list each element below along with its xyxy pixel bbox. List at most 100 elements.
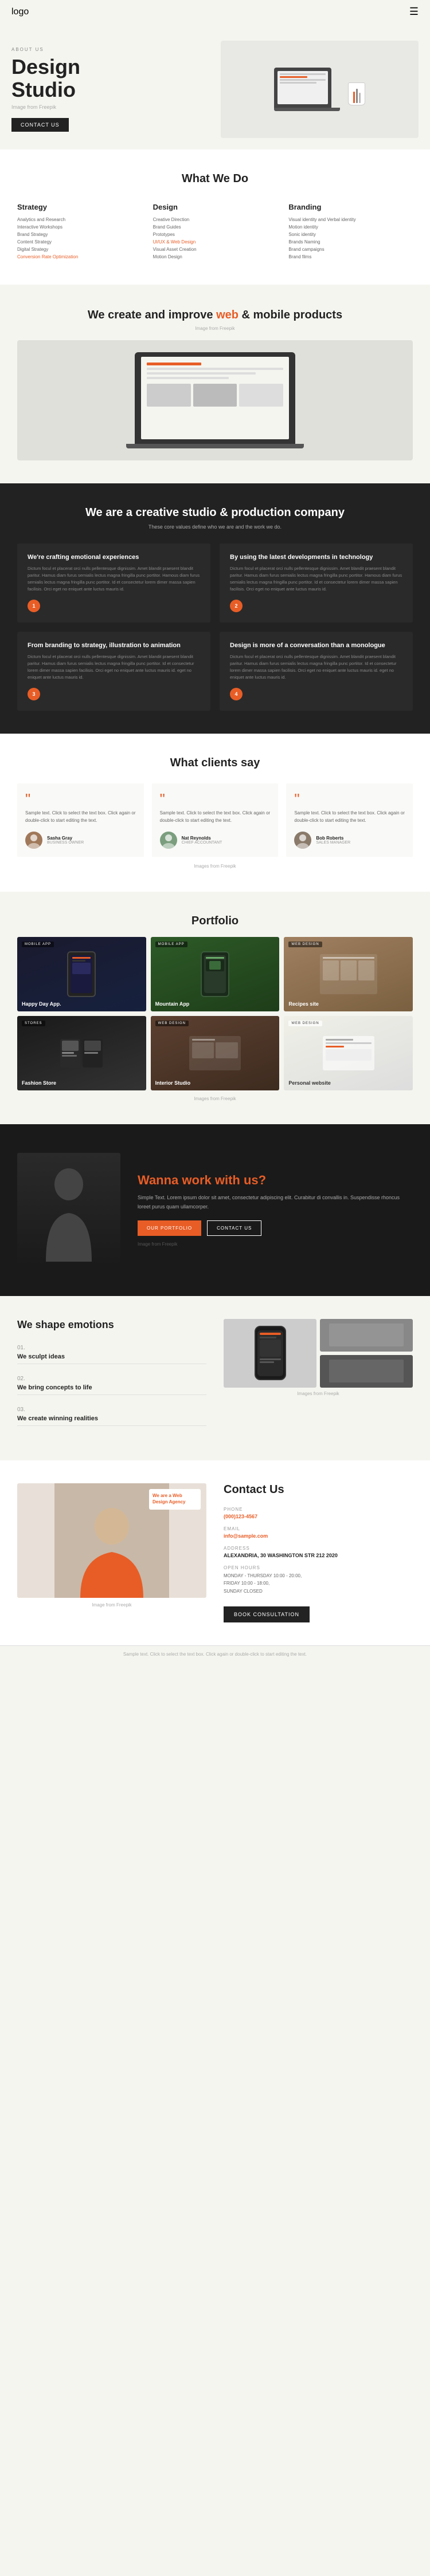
branding-item-1[interactable]: Visual identity and Verbal identity (288, 217, 413, 222)
contact-address-label: ADDRESS (224, 1546, 413, 1551)
work-image-note: Image from Freepik (138, 1242, 413, 1247)
step-3-label: We create winning realities (17, 1415, 206, 1422)
shape-emotions-section: We shape emotions 01. We sculpt ideas 02… (0, 1296, 430, 1460)
clients-section: What clients say " Sample text. Click to… (0, 734, 430, 892)
feature-4-title: Design is more of a conversation than a … (230, 642, 402, 649)
services-grid: Strategy Analytics and Research Interact… (17, 203, 413, 262)
creative-studio-subtitle: These core values define who we are and … (17, 524, 413, 530)
step-3-number: 03. (17, 1407, 206, 1413)
portfolio-label-2: Mountain App (155, 1001, 190, 1007)
portfolio-item-5[interactable]: WEB DESIGN Interior Studio (151, 1016, 280, 1090)
emotions-left: We shape emotions 01. We sculpt ideas 02… (17, 1319, 206, 1437)
testimonial-card-3: " Sample text. Click to select the text … (286, 783, 413, 857)
work-contact-button[interactable]: CONTACT US (207, 1220, 261, 1236)
hero-subtitle: Image from Freepik (11, 104, 209, 110)
step-3: 03. We create winning realities (17, 1407, 206, 1426)
feature-1-text: Dictum focul et placerat orci nulls pell… (28, 565, 200, 593)
step-2: 02. We bring concepts to life (17, 1376, 206, 1395)
emotion-img-note: Images from Freepik (224, 1391, 413, 1396)
contact-title: Contact Us (224, 1483, 413, 1496)
author-name-1: Sasha Gray (47, 836, 84, 841)
hero-text: ABOUT US Design Studio Image from Freepi… (11, 47, 209, 132)
portfolio-item-1[interactable]: MOBILE APP Happy Day App. (17, 937, 146, 1011)
work-title: Wanna work with us? (138, 1173, 413, 1188)
avatar-3 (294, 832, 311, 849)
footer-text: Sample text. Click to select the text bo… (11, 1652, 419, 1657)
portfolio-label-3: Recipes site (288, 1001, 319, 1007)
portfolio-grid: MOBILE APP Happy Day App. MOBILE APP (17, 937, 413, 1090)
contact-address-value: ALEXANDRIA, 30 WASHINGTON STR 212 2020 (224, 1553, 413, 1558)
emotion-img-3 (320, 1355, 413, 1388)
footer: Sample text. Click to select the text bo… (0, 1645, 430, 1663)
design-item-5[interactable]: Visual Asset Creation (153, 247, 277, 252)
design-item-3[interactable]: Prototypes (153, 232, 277, 237)
what-we-do-section: What We Do Strategy Analytics and Resear… (0, 149, 430, 285)
strategy-item-2[interactable]: Interactive Workshops (17, 224, 142, 230)
strategy-item-4[interactable]: Content Strategy (17, 239, 142, 245)
service-col-branding: Branding Visual identity and Verbal iden… (288, 203, 413, 262)
design-item-1[interactable]: Creative Direction (153, 217, 277, 222)
branding-item-6[interactable]: Brand films (288, 254, 413, 259)
contact-left-col: We are a Web Design Agency Image from Fr… (17, 1483, 206, 1608)
features-grid: We're crafting emotional experiences Dic… (17, 543, 413, 711)
feature-item-4: Design is more of a conversation than a … (220, 632, 413, 711)
feature-3-number: 3 (28, 688, 40, 700)
portfolio-item-6[interactable]: WEB DESIGN Personal website (284, 1016, 413, 1090)
branding-item-5[interactable]: Brand campaigns (288, 247, 413, 252)
portfolio-title: Portfolio (17, 915, 413, 928)
service-col-design: Design Creative Direction Brand Guides P… (153, 203, 277, 262)
step-1: 01. We sculpt ideas (17, 1345, 206, 1364)
contact-section: We are a Web Design Agency Image from Fr… (0, 1460, 430, 1646)
feature-4-text: Dictum focul et placerat orci nulls pell… (230, 653, 402, 681)
portfolio-label-5: Interior Studio (155, 1080, 191, 1086)
work-text: Simple Text. Lorem ipsum dolor sit amet,… (138, 1194, 413, 1211)
work-person-image (17, 1153, 120, 1267)
work-portfolio-button[interactable]: OUR PORTFOLIO (138, 1220, 201, 1236)
step-2-label: We bring concepts to life (17, 1384, 206, 1391)
emotion-img-1 (224, 1319, 316, 1388)
strategy-item-1[interactable]: Analytics and Research (17, 217, 142, 222)
service-col-strategy: Strategy Analytics and Research Interact… (17, 203, 142, 262)
branding-item-2[interactable]: Motion identity (288, 224, 413, 230)
hero-image-area (221, 41, 419, 138)
web-mobile-image (17, 340, 413, 460)
contact-hours-value: MONDAY - THURSDAY 10:00 - 20:00, FRIDAY … (224, 1572, 413, 1596)
hero-contact-button[interactable]: CONTACT US (11, 118, 69, 132)
strategy-item-3[interactable]: Brand Strategy (17, 232, 142, 237)
portfolio-label-4: Fashion Store (22, 1080, 56, 1086)
testimonial-text-2: Sample text. Click to select the text bo… (160, 810, 271, 825)
creative-studio-section: We are a creative studio & production co… (0, 483, 430, 734)
web-mobile-title: We create and improve web & mobile produ… (17, 308, 413, 322)
hero-title: Design Studio (11, 56, 209, 101)
contact-image: We are a Web Design Agency (17, 1483, 206, 1598)
contact-image-note: Image from Freepik (17, 1602, 206, 1608)
contact-email-value: info@sample.com (224, 1533, 413, 1539)
web-mobile-section: We create and improve web & mobile produ… (0, 285, 430, 483)
contact-right-col: Contact Us PHONE (000)123-4567 EMAIL inf… (224, 1483, 413, 1623)
contact-hours-label: OPEN HOURS (224, 1565, 413, 1570)
contact-phone-label: PHONE (224, 1507, 413, 1512)
strategy-item-6[interactable]: Conversion Rate Optimization (17, 254, 142, 259)
navbar: logo ☰ (0, 0, 430, 23)
portfolio-item-4[interactable]: STORES Fashion Store (17, 1016, 146, 1090)
strategy-item-5[interactable]: Digital Strategy (17, 247, 142, 252)
branding-item-3[interactable]: Sonic identity (288, 232, 413, 237)
contact-consultation-button[interactable]: BOOK CONSULTATION (224, 1606, 310, 1622)
design-item-6[interactable]: Motion Design (153, 254, 277, 259)
design-item-4[interactable]: UI/UX & Web Design (153, 239, 277, 245)
portfolio-item-2[interactable]: MOBILE APP Mountain App (151, 937, 280, 1011)
portfolio-item-3[interactable]: WEB DESIGN Recipes site (284, 937, 413, 1011)
step-3-divider (17, 1425, 206, 1426)
feature-2-text: Dictum focul et placerat orci nulls pell… (230, 565, 402, 593)
quote-icon-3: " (294, 791, 405, 806)
clients-title: What clients say (17, 757, 413, 770)
branding-item-4[interactable]: Brands Naming (288, 239, 413, 245)
contact-email-label: EMAIL (224, 1526, 413, 1531)
hero-about-label: ABOUT US (11, 47, 209, 52)
what-we-do-title: What We Do (17, 172, 413, 186)
design-item-2[interactable]: Brand Guides (153, 224, 277, 230)
avatar-2 (160, 832, 177, 849)
nav-menu-icon[interactable]: ☰ (409, 6, 419, 18)
portfolio-section: Portfolio MOBILE APP Happy Day App. MOBI… (0, 892, 430, 1124)
feature-item-2: By using the latest developments in tech… (220, 543, 413, 623)
